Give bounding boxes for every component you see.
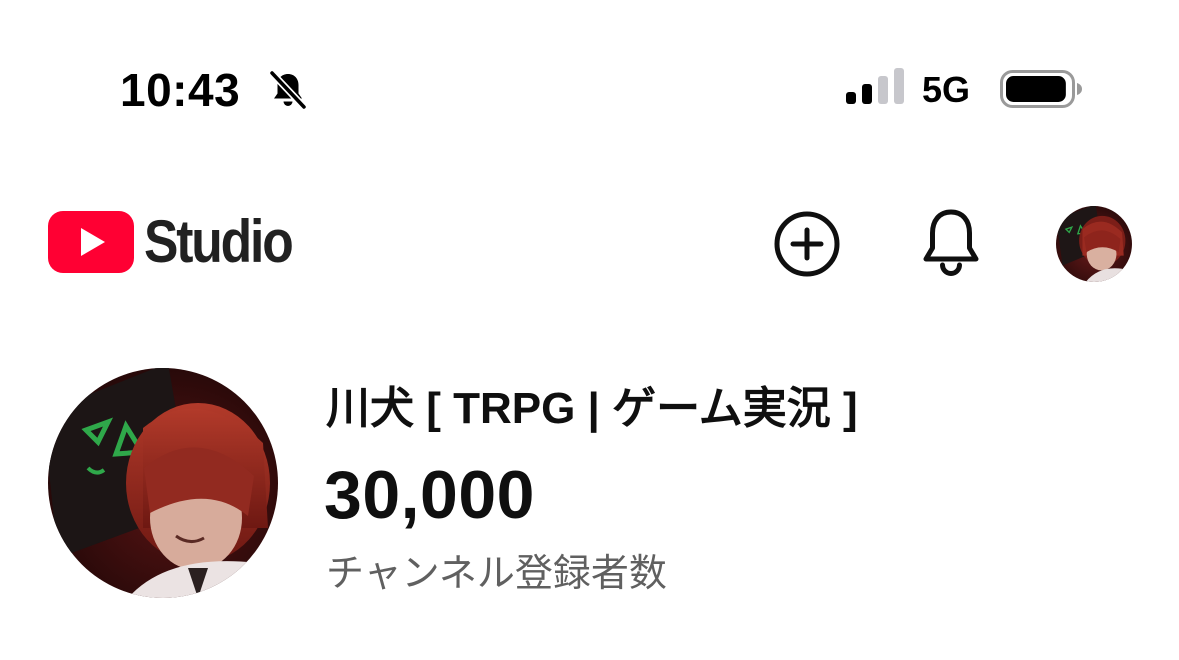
battery-icon [1000, 70, 1082, 108]
notifications-button[interactable] [913, 204, 989, 280]
bell-icon [923, 209, 979, 276]
channel-avatar-image [48, 368, 278, 598]
signal-bar-2 [862, 84, 872, 104]
signal-bar-1 [846, 92, 856, 104]
network-type-label: 5G [922, 69, 971, 110]
subscriber-count: 30,000 [324, 457, 535, 533]
battery-fill [1006, 76, 1066, 102]
account-avatar[interactable] [1056, 206, 1132, 282]
signal-bar-3 [878, 76, 888, 104]
channel-avatar[interactable] [48, 368, 278, 598]
signal-bar-4 [894, 68, 904, 104]
account-avatar-image [1056, 206, 1132, 282]
cellular-signal-icon [846, 68, 904, 104]
create-button[interactable] [769, 206, 845, 282]
subscriber-count-label: チャンネル登録者数 [326, 553, 667, 595]
add-circle-icon [774, 211, 840, 277]
status-bar-time: 10:43 [120, 64, 241, 116]
logo-text: Studio [144, 208, 294, 275]
youtube-play-icon [48, 211, 134, 273]
bell-slash-icon [268, 69, 308, 111]
channel-name: 川犬 [ TRPG | ゲーム実況 ] [326, 384, 858, 433]
youtube-studio-logo[interactable]: Studio [48, 206, 316, 278]
